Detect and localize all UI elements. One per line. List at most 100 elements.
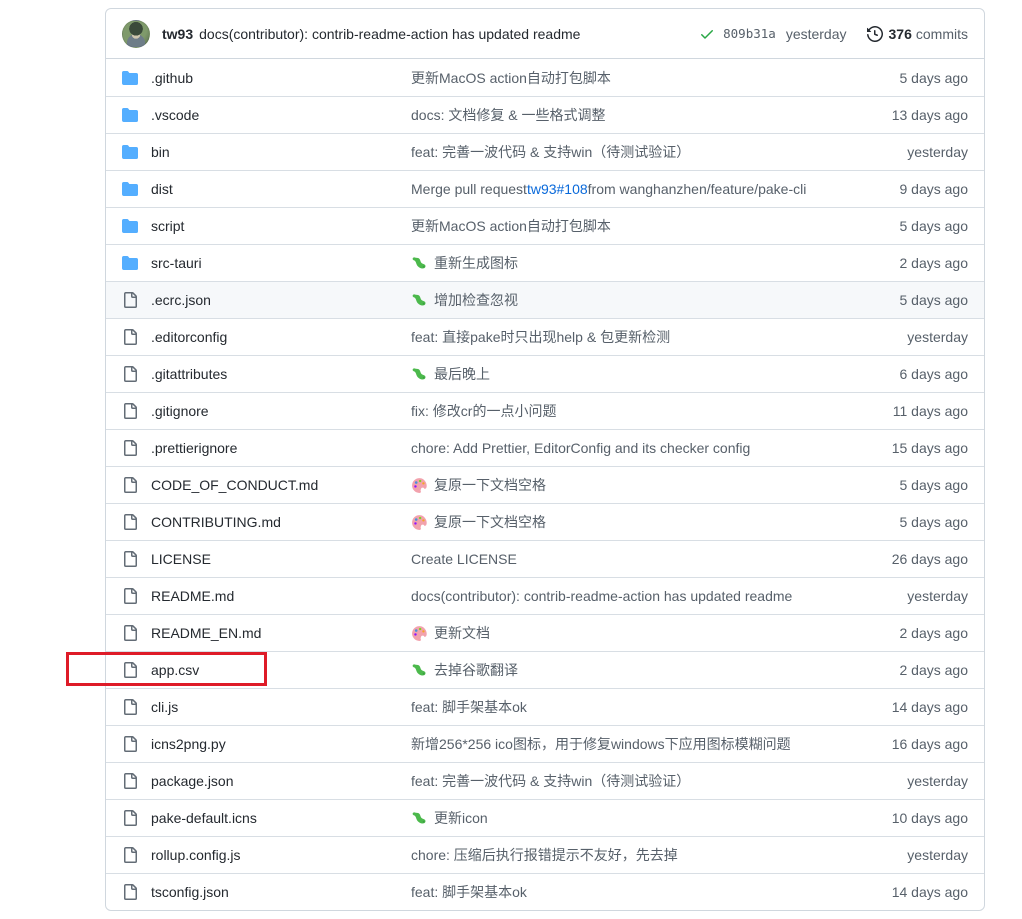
commit-author-link[interactable]: tw93 (162, 26, 193, 42)
row-commit-message-link[interactable]: 更新icon (411, 808, 828, 828)
file-name-link[interactable]: LICENSE (151, 551, 411, 567)
row-commit-message-link[interactable]: 去掉谷歌翻译 (411, 660, 828, 680)
last-commit-date: 5 days ago (828, 292, 968, 308)
table-row[interactable]: README_EN.md 更新文档 2 days ago (106, 614, 984, 651)
row-commit-message-link[interactable]: chore: Add Prettier, EditorConfig and it… (411, 440, 828, 456)
row-commit-message-link[interactable]: 新增256*256 ico图标，用于修复windows下应用图标模糊问题 (411, 734, 828, 754)
commit-hash-link[interactable]: 809b31a (723, 26, 776, 41)
file-name-link[interactable]: .gitattributes (151, 366, 411, 382)
table-row[interactable]: rollup.config.js chore: 压缩后执行报错提示不友好，先去掉… (106, 836, 984, 873)
last-commit-date: 6 days ago (828, 366, 968, 382)
table-row[interactable]: CODE_OF_CONDUCT.md 复原一下文档空格 5 days ago (106, 466, 984, 503)
row-commit-message-link[interactable]: feat: 完善一波代码 & 支持win（待测试验证） (411, 771, 828, 791)
lizard-emoji (411, 662, 428, 679)
row-commit-message-link[interactable]: 复原一下文档空格 (411, 475, 828, 495)
table-row[interactable]: .editorconfig feat: 直接pake时只出现help & 包更新… (106, 318, 984, 355)
file-name-link[interactable]: .vscode (151, 107, 411, 123)
file-name-link[interactable]: .github (151, 70, 411, 86)
row-commit-message-link[interactable]: docs: 文档修复 & 一些格式调整 (411, 105, 828, 125)
last-commit-date: yesterday (828, 329, 968, 345)
row-commit-message-link[interactable]: 更新MacOS action自动打包脚本 (411, 68, 828, 88)
avatar[interactable] (122, 20, 150, 48)
table-row[interactable]: package.json feat: 完善一波代码 & 支持win（待测试验证）… (106, 762, 984, 799)
table-row[interactable]: tsconfig.json feat: 脚手架基本ok 14 days ago (106, 873, 984, 910)
row-commit-message-link[interactable]: docs(contributor): contrib-readme-action… (411, 588, 828, 604)
last-commit-date: 14 days ago (828, 884, 968, 900)
row-commit-message-link[interactable]: chore: 压缩后执行报错提示不友好，先去掉 (411, 845, 828, 865)
table-row[interactable]: src-tauri 重新生成图标 2 days ago (106, 244, 984, 281)
last-commit-date: 11 days ago (828, 403, 968, 419)
table-row[interactable]: .vscode docs: 文档修复 & 一些格式调整 13 days ago (106, 96, 984, 133)
last-commit-date: 15 days ago (828, 440, 968, 456)
file-name-link[interactable]: script (151, 218, 411, 234)
file-name-link[interactable]: .editorconfig (151, 329, 411, 345)
table-row[interactable]: README.md docs(contributor): contrib-rea… (106, 577, 984, 614)
file-name-link[interactable]: bin (151, 144, 411, 160)
row-commit-message-link[interactable]: 重新生成图标 (411, 253, 828, 273)
file-name-link[interactable]: dist (151, 181, 411, 197)
table-row[interactable]: script 更新MacOS action自动打包脚本 5 days ago (106, 207, 984, 244)
file-name-link[interactable]: .prettierignore (151, 440, 411, 456)
file-name-link[interactable]: cli.js (151, 699, 411, 715)
row-commit-message-link[interactable]: feat: 脚手架基本ok (411, 882, 828, 902)
table-row[interactable]: .ecrc.json 增加检查忽视 5 days ago (106, 281, 984, 318)
last-commit-date: 2 days ago (828, 255, 968, 271)
row-commit-message-link[interactable]: feat: 脚手架基本ok (411, 697, 828, 717)
file-name-link[interactable]: .ecrc.json (151, 292, 411, 308)
row-commit-message-link[interactable]: feat: 直接pake时只出现help & 包更新检测 (411, 327, 828, 347)
row-commit-message-link[interactable]: fix: 修改cr的一点小问题 (411, 401, 828, 421)
file-name-link[interactable]: README.md (151, 588, 411, 604)
file-icon (122, 292, 138, 308)
table-row[interactable]: .prettierignore chore: Add Prettier, Edi… (106, 429, 984, 466)
table-row[interactable]: bin feat: 完善一波代码 & 支持win（待测试验证） yesterda… (106, 133, 984, 170)
palette-emoji (411, 514, 428, 531)
row-commit-message-link[interactable]: 更新文档 (411, 623, 828, 643)
file-name-link[interactable]: CONTRIBUTING.md (151, 514, 411, 530)
file-name-link[interactable]: README_EN.md (151, 625, 411, 641)
file-name-link[interactable]: CODE_OF_CONDUCT.md (151, 477, 411, 493)
table-row[interactable]: LICENSE Create LICENSE 26 days ago (106, 540, 984, 577)
table-row[interactable]: pake-default.icns 更新icon 10 days ago (106, 799, 984, 836)
last-commit-date: 13 days ago (828, 107, 968, 123)
file-icon (122, 366, 138, 382)
table-row[interactable]: CONTRIBUTING.md 复原一下文档空格 5 days ago (106, 503, 984, 540)
last-commit-date: 14 days ago (828, 699, 968, 715)
check-icon (699, 26, 715, 42)
last-commit-date: 5 days ago (828, 218, 968, 234)
last-commit-date: 26 days ago (828, 551, 968, 567)
palette-emoji (411, 477, 428, 494)
folder-icon (122, 181, 138, 197)
last-commit-date: 5 days ago (828, 477, 968, 493)
commit-message-link[interactable]: docs(contributor): contrib-readme-action… (199, 26, 580, 42)
file-name-link[interactable]: rollup.config.js (151, 847, 411, 863)
table-row[interactable]: .gitattributes 最后晚上 6 days ago (106, 355, 984, 392)
table-row[interactable]: cli.js feat: 脚手架基本ok 14 days ago (106, 688, 984, 725)
file-name-link[interactable]: icns2png.py (151, 736, 411, 752)
row-commit-message-link[interactable]: Create LICENSE (411, 551, 828, 567)
row-commit-message-link[interactable]: Merge pull request tw93#108 from wanghan… (411, 181, 828, 197)
file-name-link[interactable]: app.csv (151, 662, 411, 678)
row-commit-message-link[interactable]: 更新MacOS action自动打包脚本 (411, 216, 828, 236)
file-name-link[interactable]: tsconfig.json (151, 884, 411, 900)
row-commit-message-link[interactable]: feat: 完善一波代码 & 支持win（待测试验证） (411, 142, 828, 162)
pr-reference-link[interactable]: tw93#108 (527, 181, 588, 197)
row-commit-message-link[interactable]: 增加检查忽视 (411, 290, 828, 310)
file-icon (122, 810, 138, 826)
file-name-link[interactable]: package.json (151, 773, 411, 789)
row-commit-message-link[interactable]: 复原一下文档空格 (411, 512, 828, 532)
table-row[interactable]: .gitignore fix: 修改cr的一点小问题 11 days ago (106, 392, 984, 429)
folder-icon (122, 218, 138, 234)
table-row[interactable]: .github 更新MacOS action自动打包脚本 5 days ago (106, 59, 984, 96)
file-name-link[interactable]: .gitignore (151, 403, 411, 419)
file-name-link[interactable]: src-tauri (151, 255, 411, 271)
last-commit-date: 16 days ago (828, 736, 968, 752)
file-name-link[interactable]: pake-default.icns (151, 810, 411, 826)
table-row[interactable]: app.csv 去掉谷歌翻译 2 days ago (106, 651, 984, 688)
row-commit-message-link[interactable]: 最后晚上 (411, 364, 828, 384)
commit-history-link[interactable]: 376 commits (867, 26, 968, 42)
table-row[interactable]: dist Merge pull request tw93#108 from wa… (106, 170, 984, 207)
history-clock-icon (867, 26, 883, 42)
table-row[interactable]: icns2png.py 新增256*256 ico图标，用于修复windows下… (106, 725, 984, 762)
lizard-emoji (411, 292, 428, 309)
commits-label: commits (916, 26, 968, 42)
